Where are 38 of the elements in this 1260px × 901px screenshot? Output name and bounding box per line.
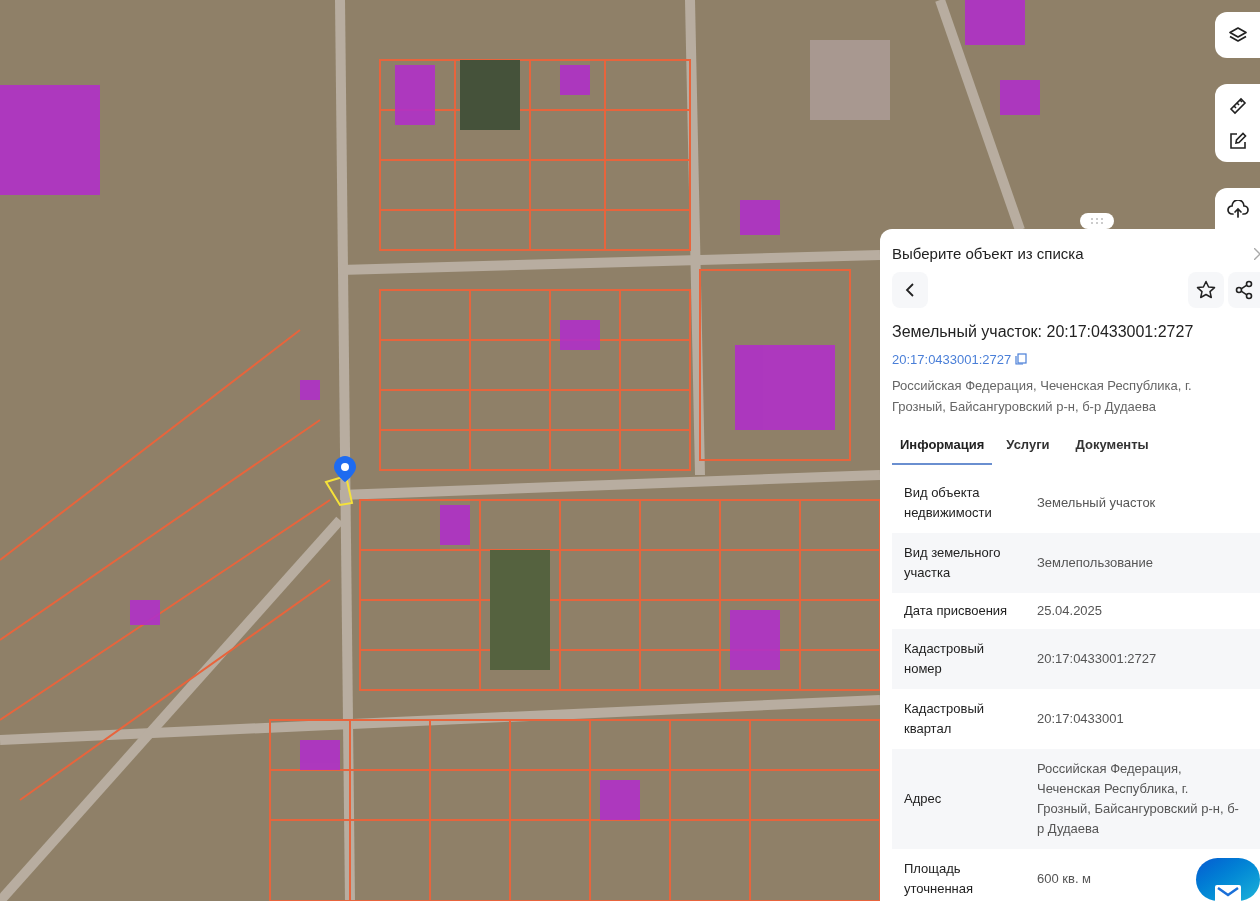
cloud-upload-icon: [1226, 200, 1249, 218]
edit-icon: [1227, 130, 1248, 151]
star-icon: [1196, 279, 1216, 300]
back-button[interactable]: [892, 271, 928, 308]
object-heading: Земельный участок: 20:17:0433001:2727: [891, 321, 1195, 342]
share-button[interactable]: [1228, 271, 1260, 308]
back-icon: [905, 282, 915, 297]
property-value: Земельный участок: [1037, 494, 1157, 512]
tab[interactable]: Информация: [892, 427, 993, 465]
property-label: Площадь уточненная: [903, 860, 975, 898]
tab[interactable]: Документы: [1063, 427, 1161, 465]
object-address: Российская Федерация, Чеченская Республика, г. Грозный, Байсангуровский р-н, б-р Дудаева: [891, 377, 1193, 416]
upload-button[interactable]: [1215, 188, 1260, 230]
property-label: Вид объекта недвижимости: [903, 484, 993, 522]
tab[interactable]: Услуги: [994, 427, 1062, 465]
property-value: 20:17:0433001:2727: [1037, 650, 1158, 668]
property-value: Землепользование: [1037, 554, 1154, 572]
favorite-button[interactable]: [1188, 271, 1224, 308]
share-icon: [1234, 279, 1254, 300]
property-label: Кадастровый квартал: [903, 700, 986, 738]
property-label: Вид земельного участка: [903, 544, 1002, 582]
property-label: Кадастровый номер: [903, 640, 986, 678]
cadastral-number-link[interactable]: 20:17:0433001:2727: [892, 349, 1012, 369]
panel-title: Выберите объект из списка: [892, 244, 1084, 264]
drag-handle[interactable]: [1080, 213, 1114, 229]
location-pin-icon: [334, 456, 356, 482]
layers-button[interactable]: [1215, 12, 1260, 58]
envelope-icon: [1215, 885, 1241, 901]
property-value: 25.04.2025: [1037, 602, 1104, 620]
property-value: 600 кв. м: [1037, 870, 1093, 888]
layers-icon: [1227, 26, 1248, 44]
property-value: Российская Федерация, Чеченская Республика, г. Грозный, Байсангуровский р-н, б-р Дудаева: [1037, 760, 1240, 838]
property-label: Дата присвоения: [903, 602, 1009, 620]
property-value: 20:17:0433001: [1037, 710, 1125, 728]
grip-icon: [1090, 218, 1104, 224]
ruler-icon: [1227, 95, 1248, 116]
copy-icon[interactable]: [1015, 353, 1028, 366]
property-label: Адрес: [903, 790, 943, 808]
